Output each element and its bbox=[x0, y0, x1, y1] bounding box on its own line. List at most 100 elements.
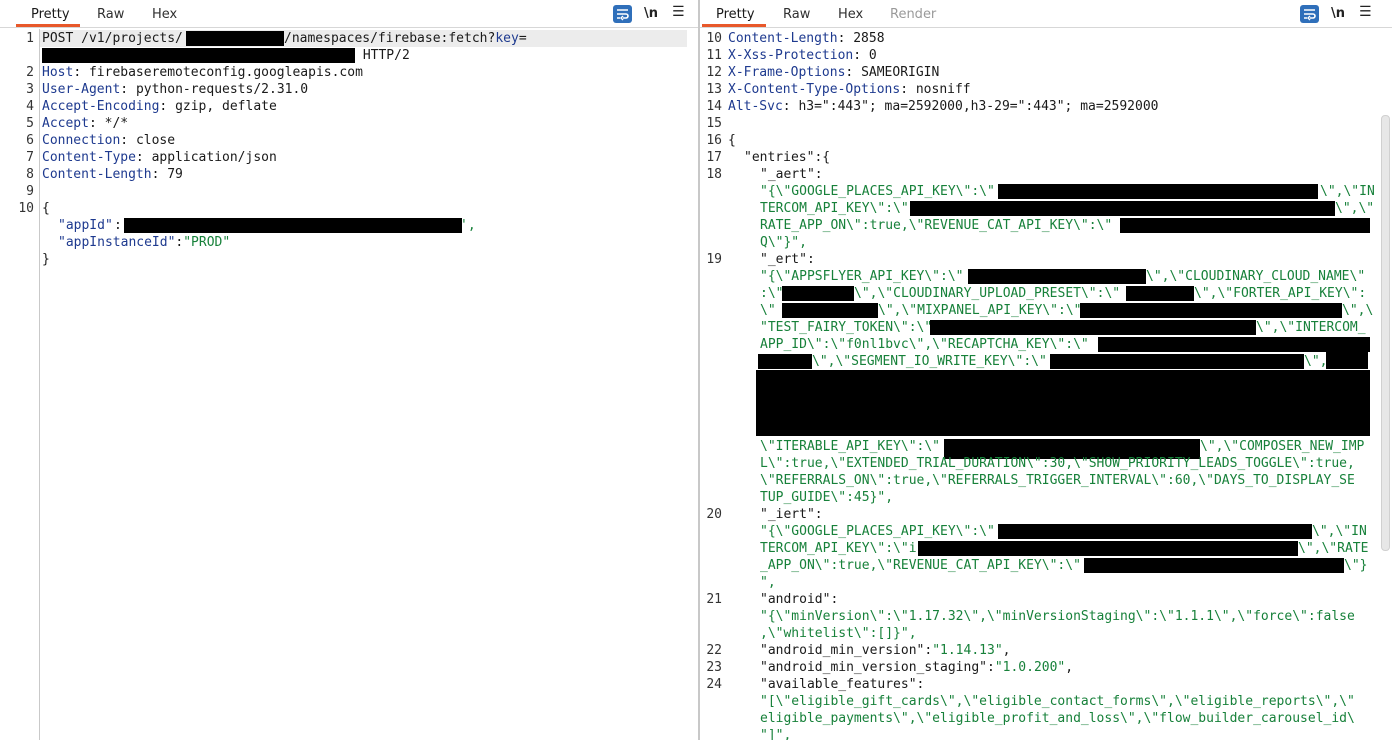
redacted-block bbox=[782, 303, 878, 318]
vertical-scrollbar[interactable] bbox=[1381, 115, 1390, 551]
request-method-path: POST /v1/projects/ bbox=[42, 31, 183, 46]
json-value-line: TUP_GUIDE\":45}", bbox=[760, 490, 894, 505]
redacted-block bbox=[1120, 218, 1370, 233]
redacted-block bbox=[910, 201, 1335, 216]
json-value-line: "{\"APPSFLYER_API_KEY\":\" bbox=[760, 269, 964, 284]
request-pane: Pretty Raw Hex \n ☰ 1 2 3 4 5 6 7 8 9 10… bbox=[0, 0, 698, 740]
redacted-block bbox=[968, 269, 1146, 284]
redacted-block bbox=[1080, 303, 1342, 318]
json-value-line: \",\"CLOUDINARY_UPLOAD_PRESET\":\" bbox=[854, 286, 1121, 301]
gutter-divider bbox=[39, 29, 40, 740]
json-value-line: \",\ bbox=[1342, 303, 1374, 318]
json-value-line: :\" bbox=[760, 286, 784, 301]
request-tab-hex[interactable]: Hex bbox=[152, 7, 177, 22]
line-number: 12 bbox=[706, 65, 722, 80]
json-key-appid: "appId" bbox=[58, 218, 113, 233]
json-value-line: "{\"GOOGLE_PLACES_API_KEY\":\" bbox=[760, 524, 995, 539]
response-tab-pretty[interactable]: Pretty bbox=[716, 7, 755, 22]
line-number: 21 bbox=[706, 592, 722, 607]
json-key-android: "android": bbox=[760, 592, 839, 607]
response-editor[interactable]: 10 11 12 13 14 15 16 17 18 19 20 21 22 2… bbox=[700, 29, 1392, 740]
json-value-line: \"ITERABLE_API_KEY\":\" bbox=[760, 439, 941, 454]
response-tabbar: Pretty Raw Hex Render \n ☰ bbox=[700, 0, 1392, 28]
json-value-line: L\":true,\"EXTENDED_TRIAL_DURATION\":30,… bbox=[760, 456, 1355, 471]
line-number: 2 bbox=[26, 65, 34, 80]
request-editor[interactable]: 1 2 3 4 5 6 7 8 9 10 POST /v1/projects/ … bbox=[0, 29, 698, 740]
response-header-alt-svc: Alt-Svc: h3=":443"; ma=2592000,h3-29=":4… bbox=[728, 99, 1159, 114]
json-android-min-version-staging: "android_min_version_staging":"1.0.200", bbox=[760, 660, 1074, 675]
line-number: 7 bbox=[26, 150, 34, 165]
json-value-line: ,\"whitelist\":[]}", bbox=[760, 626, 917, 641]
response-header-x-frame-options: X-Frame-Options: SAMEORIGIN bbox=[728, 65, 940, 80]
json-value-line: \",\"INTERCOM_ bbox=[1256, 320, 1366, 335]
line-number: 18 bbox=[706, 167, 722, 182]
response-pane: Pretty Raw Hex Render \n ☰ 10 11 12 13 1… bbox=[700, 0, 1392, 740]
redacted-block bbox=[42, 48, 355, 63]
request-line-mid: /namespaces/firebase:fetch?key= bbox=[284, 31, 527, 46]
line-number: 14 bbox=[706, 99, 722, 114]
json-appinstanceid-line: "appInstanceId":"PROD" bbox=[58, 235, 231, 250]
menu-icon[interactable]: ☰ bbox=[1359, 4, 1372, 22]
line-number: 1 bbox=[26, 31, 34, 46]
redacted-block bbox=[918, 541, 1298, 556]
json-value-line: "[\"eligible_gift_cards\",\"eligible_con… bbox=[760, 694, 1355, 709]
json-value-line: \",\"SEGMENT_IO_WRITE_KEY\":\" bbox=[812, 354, 1047, 369]
redacted-block bbox=[1084, 558, 1344, 573]
request-header-connection: Connection: close bbox=[42, 133, 176, 148]
json-tail: ', bbox=[460, 218, 476, 233]
request-tab-pretty[interactable]: Pretty bbox=[31, 7, 70, 22]
json-value-line: \",\"CLOUDINARY_CLOUD_NAME\" bbox=[1146, 269, 1366, 284]
redacted-block bbox=[756, 370, 1370, 436]
request-header-accept: Accept: */* bbox=[42, 116, 129, 131]
wrap-lines-button[interactable] bbox=[1300, 5, 1319, 23]
request-header-host: Host: firebaseremoteconfig.googleapis.co… bbox=[42, 65, 363, 80]
json-value-line: \",\"COMPOSER_NEW_IMP bbox=[1200, 439, 1365, 454]
json-value-line: RATE_APP_ON\":true,\"REVENUE_CAT_API_KEY… bbox=[760, 218, 1113, 233]
line-number: 8 bbox=[26, 167, 34, 182]
json-value-line: \",\"IN bbox=[1320, 184, 1375, 199]
json-value-line: APP_ID\":\"f0nl1bvc\",\"RECAPTCHA_KEY\":… bbox=[760, 337, 1089, 352]
json-value-line: "{\"minVersion\":\"1.17.32\",\"minVersio… bbox=[760, 609, 1355, 624]
json-value-line: eligible_payments\",\"eligible_profit_an… bbox=[760, 711, 1355, 726]
show-newlines-button[interactable]: \n bbox=[644, 6, 658, 24]
line-number: 17 bbox=[706, 150, 722, 165]
response-tab-hex[interactable]: Hex bbox=[838, 7, 863, 22]
json-value-line: \",\"MIXPANEL_API_KEY\":\" bbox=[878, 303, 1082, 318]
line-number: 10 bbox=[706, 31, 722, 46]
json-value-line: \",\" bbox=[1335, 201, 1375, 216]
redacted-block bbox=[124, 218, 462, 233]
json-value-line: \",\"RATE bbox=[1298, 541, 1369, 556]
line-number: 4 bbox=[26, 99, 34, 114]
json-value-line: TERCOM_API_KEY\":\" bbox=[760, 201, 909, 216]
wrap-lines-button[interactable] bbox=[613, 5, 632, 23]
json-entries-key: "entries":{ bbox=[744, 150, 831, 165]
json-value-line: "]", bbox=[760, 728, 792, 740]
menu-icon[interactable]: ☰ bbox=[672, 4, 685, 22]
line-number: 22 bbox=[706, 643, 722, 658]
line-number: 19 bbox=[706, 252, 722, 267]
json-value-line: Q\"}", bbox=[760, 235, 807, 250]
request-header-content-type: Content-Type: application/json bbox=[42, 150, 277, 165]
show-newlines-button[interactable]: \n bbox=[1331, 6, 1345, 24]
json-value-line: TERCOM_API_KEY\":\"i bbox=[760, 541, 917, 556]
response-header-xss-protection: X-Xss-Protection: 0 bbox=[728, 48, 877, 63]
redacted-block bbox=[186, 31, 284, 46]
response-tab-raw[interactable]: Raw bbox=[783, 7, 810, 22]
redacted-block bbox=[998, 524, 1312, 539]
line-number: 5 bbox=[26, 116, 34, 131]
json-open-brace: { bbox=[728, 133, 736, 148]
json-value-line: _APP_ON\":true,\"REVENUE_CAT_API_KEY\":\… bbox=[760, 558, 1081, 573]
request-active-tab-indicator bbox=[16, 24, 80, 27]
json-open-brace: { bbox=[42, 201, 50, 216]
redacted-block bbox=[1098, 337, 1370, 352]
line-number: 11 bbox=[706, 48, 722, 63]
line-number: 6 bbox=[26, 133, 34, 148]
redacted-block bbox=[1326, 352, 1368, 369]
json-key-ert: "_ert": bbox=[760, 252, 815, 267]
request-protocol: HTTP/2 bbox=[355, 48, 410, 63]
request-tab-raw[interactable]: Raw bbox=[97, 7, 124, 22]
line-number: 20 bbox=[706, 507, 722, 522]
response-tab-render[interactable]: Render bbox=[890, 7, 936, 22]
json-android-min-version: "android_min_version":"1.14.13", bbox=[760, 643, 1011, 658]
line-number: 13 bbox=[706, 82, 722, 97]
